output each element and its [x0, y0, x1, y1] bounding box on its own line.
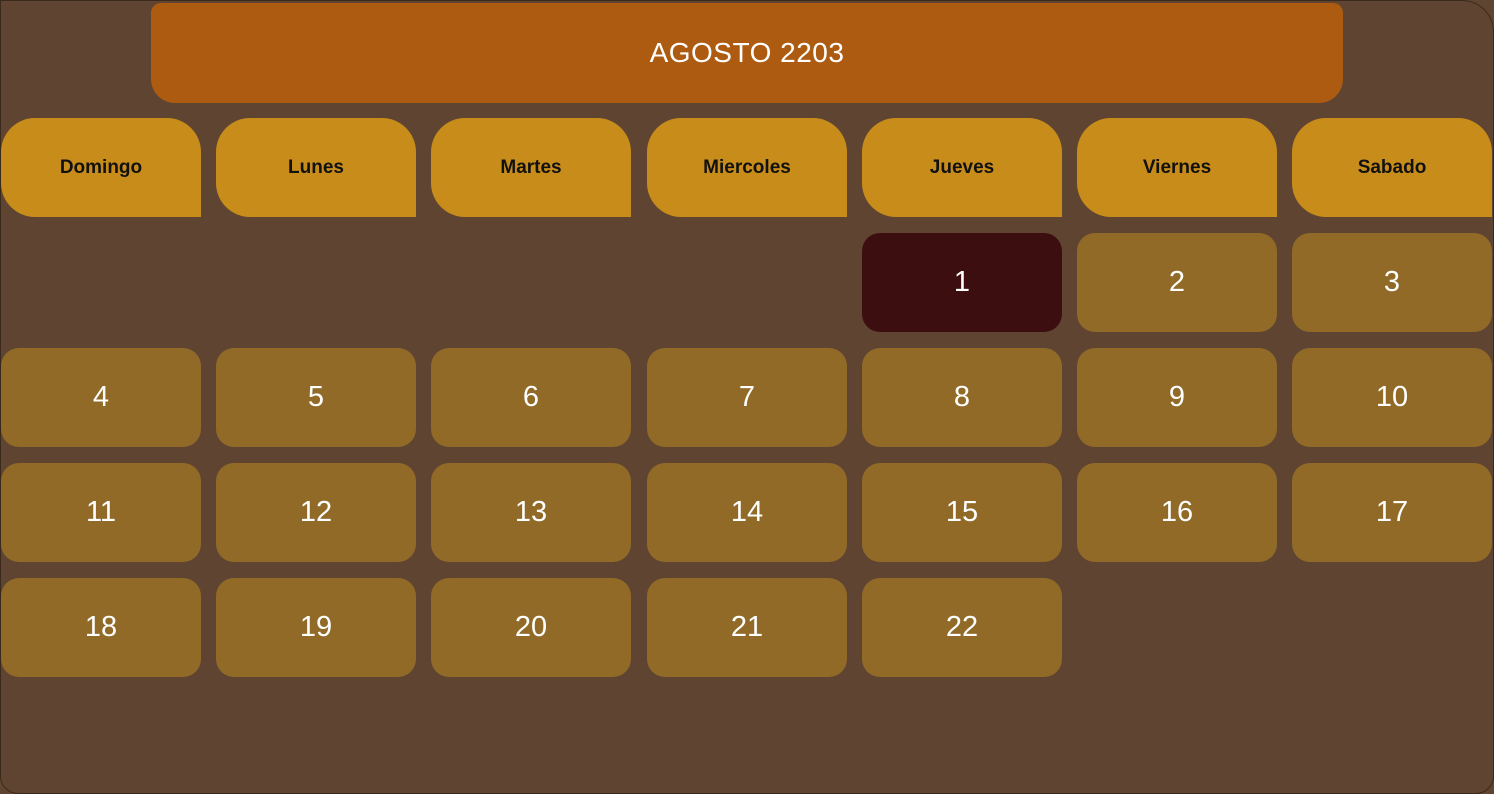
weekday-label: Martes: [500, 156, 562, 178]
day-number: 5: [307, 381, 325, 413]
weekday-label: Sabado: [1357, 156, 1427, 178]
day-number: 3: [1383, 266, 1401, 298]
day-number: 16: [1160, 496, 1194, 528]
day-cell[interactable]: 6: [431, 348, 631, 447]
day-number: 6: [522, 381, 540, 413]
day-cell[interactable]: 22: [862, 578, 1062, 677]
day-number: 14: [730, 496, 764, 528]
weekday-miercoles: Miercoles: [647, 118, 847, 217]
day-cell[interactable]: 5: [216, 348, 416, 447]
day-cell[interactable]: 8: [862, 348, 1062, 447]
day-number: 17: [1375, 496, 1409, 528]
day-number: 11: [85, 496, 117, 528]
day-cell[interactable]: 13: [431, 463, 631, 562]
day-cell[interactable]: 19: [216, 578, 416, 677]
day-number: 13: [514, 496, 548, 528]
day-number: 4: [92, 381, 110, 413]
day-cell[interactable]: 9: [1077, 348, 1277, 447]
day-number: 2: [1168, 266, 1186, 298]
day-number: 18: [84, 611, 118, 643]
day-cell[interactable]: 4: [1, 348, 201, 447]
day-cell[interactable]: 3: [1292, 233, 1492, 332]
day-cell[interactable]: 18: [1, 578, 201, 677]
weekday-jueves: Jueves: [862, 118, 1062, 217]
day-number: 19: [299, 611, 333, 643]
weekday-label: Viernes: [1142, 156, 1212, 178]
day-number: 10: [1375, 381, 1409, 413]
weekday-domingo: Domingo: [1, 118, 201, 217]
weekday-label: Jueves: [929, 156, 995, 178]
weekday-label: Lunes: [288, 156, 344, 178]
day-cell[interactable]: 7: [647, 348, 847, 447]
day-cell[interactable]: 17: [1292, 463, 1492, 562]
weekday-label: Miercoles: [703, 156, 791, 178]
day-number: 12: [299, 496, 333, 528]
day-cell[interactable]: 14: [647, 463, 847, 562]
day-cell[interactable]: 16: [1077, 463, 1277, 562]
day-number: 21: [730, 611, 764, 643]
day-number: 20: [514, 611, 548, 643]
calendar: AGOSTO 2203 Domingo Lunes Martes Miercol…: [0, 0, 1494, 794]
month-header: AGOSTO 2203: [151, 3, 1343, 103]
weekday-sabado: Sabado: [1292, 118, 1492, 217]
day-number: 1: [953, 266, 971, 298]
day-cell[interactable]: 20: [431, 578, 631, 677]
weekday-martes: Martes: [431, 118, 631, 217]
day-cell[interactable]: 15: [862, 463, 1062, 562]
day-number: 7: [738, 381, 756, 413]
weekday-viernes: Viernes: [1077, 118, 1277, 217]
day-cell[interactable]: 11: [1, 463, 201, 562]
month-title: AGOSTO 2203: [649, 37, 845, 68]
day-number: 22: [945, 611, 979, 643]
day-cell-today[interactable]: 1: [862, 233, 1062, 332]
day-number: 15: [945, 496, 979, 528]
day-cell[interactable]: 2: [1077, 233, 1277, 332]
weekday-label: Domingo: [59, 156, 143, 178]
day-number: 8: [953, 381, 971, 413]
day-number: 9: [1168, 381, 1186, 413]
day-cell[interactable]: 21: [647, 578, 847, 677]
weekday-lunes: Lunes: [216, 118, 416, 217]
day-cell[interactable]: 10: [1292, 348, 1492, 447]
day-cell[interactable]: 12: [216, 463, 416, 562]
